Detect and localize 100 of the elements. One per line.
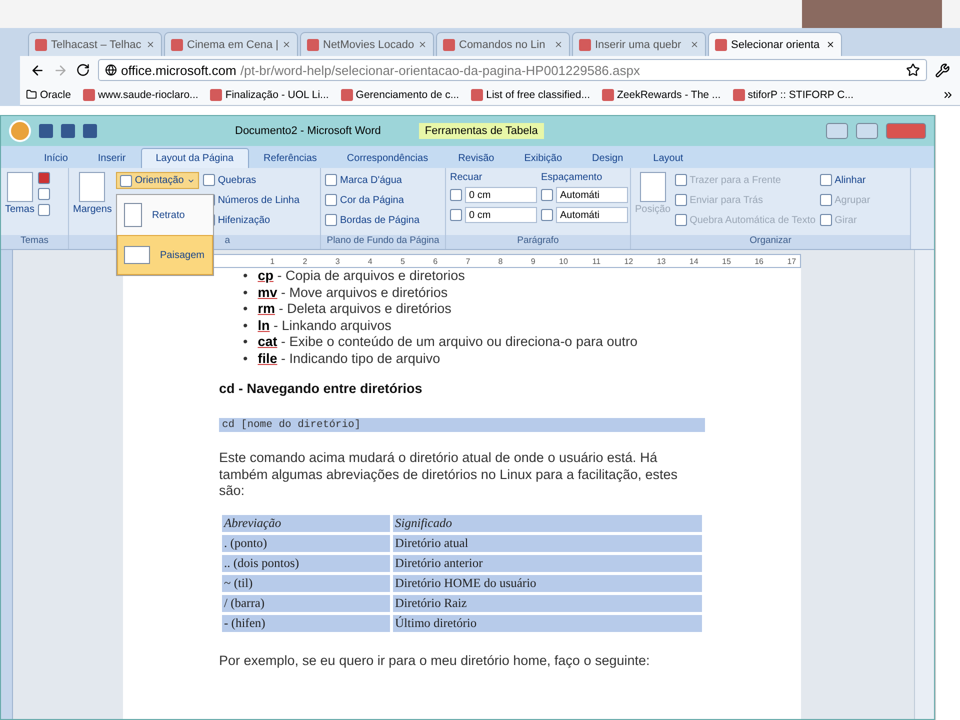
ribbon-tab[interactable]: Referências [248, 148, 332, 168]
ribbon-item[interactable]: Alinhar [820, 172, 870, 188]
browser-tab[interactable]: Selecionar orienta [708, 32, 842, 56]
bullet: • [243, 301, 248, 318]
bookmark[interactable]: stiforP :: STIFORP C... [732, 88, 854, 100]
favicon-icon [171, 38, 183, 50]
ribbon-tab[interactable]: Início [29, 148, 83, 168]
favicon-icon [732, 88, 745, 100]
heading: cd - Navegando entre diretórios [219, 381, 424, 396]
bookmark[interactable]: List of free classified... [471, 88, 590, 100]
indent-field[interactable]: 0 cm [465, 187, 537, 203]
spacing-field[interactable]: Automáti [556, 187, 628, 203]
ribbon-icon [820, 194, 832, 206]
ribbon-icon [674, 194, 687, 206]
spacing-field[interactable]: Automáti [556, 207, 628, 223]
bookmark[interactable]: Oracle [26, 88, 71, 100]
table-cell: Último diretório [393, 614, 702, 632]
window-title: Documento2 - Microsoft Word [235, 125, 381, 137]
maximize-button[interactable] [856, 123, 878, 139]
favicon-icon [340, 88, 353, 100]
star-icon[interactable] [906, 63, 920, 77]
favicon-icon [210, 88, 222, 100]
ribbon-icon [541, 209, 553, 221]
bookmark[interactable]: Gerenciamento de c... [340, 88, 460, 100]
browser-tab[interactable]: Comandos no Lin [436, 32, 570, 56]
bookmark[interactable]: www.saude-rioclaro... [82, 88, 198, 100]
browser-tab[interactable]: NetMovies Locado [300, 32, 434, 56]
indent-label: Recuar [450, 172, 484, 183]
table-cell: .. (dois pontos) [222, 554, 390, 572]
table-cell: Diretório atual [393, 534, 702, 552]
browser-tab[interactable]: Inserir uma quebr [572, 32, 706, 56]
table-header: Significado [393, 514, 702, 532]
menu-item[interactable]: Retrato [117, 195, 213, 235]
ribbon-tab[interactable]: Exibição [509, 148, 578, 168]
ribbon-icon [79, 172, 106, 202]
favicon-icon [307, 38, 319, 50]
group-label: Temas [1, 235, 68, 249]
margins-button[interactable]: Margens [73, 172, 112, 235]
browser-tab[interactable]: Telhacast – Telhac [28, 32, 162, 56]
bullet: • [243, 350, 248, 367]
group-label: Organizar [631, 235, 910, 249]
group-label: Parágrafo [446, 235, 630, 249]
ribbon-tab[interactable]: Layout [638, 148, 698, 168]
landscape-page-icon [124, 246, 150, 264]
ribbon-icon [674, 174, 687, 186]
bookmark[interactable]: ZeekRewards - The ... [602, 88, 721, 100]
reload-icon[interactable] [76, 63, 90, 77]
spacing-label: Espaçamento [541, 172, 604, 183]
bullet: • [243, 318, 248, 334]
globe-icon [105, 64, 117, 76]
ribbon-tab[interactable]: Inserir [82, 148, 141, 168]
favicon-icon [443, 38, 455, 50]
ribbon-icon [325, 194, 337, 206]
close-icon[interactable] [826, 40, 835, 49]
browser-tab[interactable]: Cinema em Cena | [164, 32, 298, 56]
ribbon-icon [820, 214, 832, 226]
wrench-icon[interactable] [935, 62, 950, 78]
group-label: Plano de Fundo da Página [321, 235, 445, 249]
table-cell: Diretório HOME do usuário [393, 574, 702, 592]
table-cell: ~ (til) [222, 574, 390, 592]
paragraph: Por exemplo, se eu quero ir para o meu diretório home, faço o seguinte: [219, 652, 651, 669]
ribbon-tab[interactable]: Design [577, 148, 638, 168]
list-item: file - Indicando tipo de arquivo [258, 350, 440, 367]
ribbon-icon [120, 174, 132, 186]
indent-field[interactable]: 0 cm [465, 207, 537, 223]
bullet: • [243, 268, 248, 284]
ribbon-icon [325, 174, 337, 186]
menu-item[interactable]: Paisagem [117, 235, 213, 275]
table-cell: . (ponto) [222, 534, 390, 552]
ribbon-icon [38, 204, 50, 216]
ribbon-tab[interactable]: Layout da Página [140, 148, 249, 168]
favicon-icon [35, 38, 47, 50]
bullet: • [243, 284, 248, 301]
ribbon-icon [820, 174, 832, 186]
ribbon-item[interactable]: Marca D'água [325, 172, 420, 188]
folder-icon [26, 89, 37, 100]
ribbon-icon [6, 172, 33, 202]
ribbon-tab[interactable]: Revisão [443, 148, 510, 168]
portrait-page-icon [124, 203, 142, 227]
list-item: mv - Move arquivos e diretórios [258, 284, 448, 301]
ribbon-item[interactable]: Bordas de Página [325, 212, 420, 228]
paragraph: Este comando acima mudará o diretório atual de onde o usuário está. Há também algumas abreviações de diretórios no Linux para a facilitação, estes são: [219, 450, 678, 500]
address-field[interactable]: office.microsoft.com /pt-br/word-help/selecionar-orientacao-da-pagina-HP001229586.aspx [98, 59, 927, 81]
list-item: cat - Exibe o conteúdo de um arquivo ou direciona-o para outro [258, 334, 638, 350]
table-cell: - (hifen) [222, 614, 390, 632]
table-cell: Diretório anterior [393, 554, 702, 572]
table-cell: Diretório Raiz [393, 594, 702, 612]
ribbon-icon [202, 174, 215, 186]
ribbon-tab[interactable]: Correspondências [332, 148, 444, 168]
ribbon-icon [38, 188, 50, 200]
ribbon-icon [640, 172, 666, 202]
ribbon-icon [541, 189, 553, 201]
ribbon-icon [450, 189, 462, 201]
ribbon-item[interactable]: Cor da Página [325, 192, 420, 208]
ribbon-item[interactable]: Quebras [202, 172, 300, 188]
orientation-button[interactable]: Orientação [116, 172, 199, 189]
minimize-button[interactable] [826, 123, 848, 139]
bookmark[interactable]: Finalização - UOL Li... [210, 88, 329, 100]
bullet: • [243, 334, 248, 350]
themes-button[interactable]: Temas [5, 172, 34, 235]
